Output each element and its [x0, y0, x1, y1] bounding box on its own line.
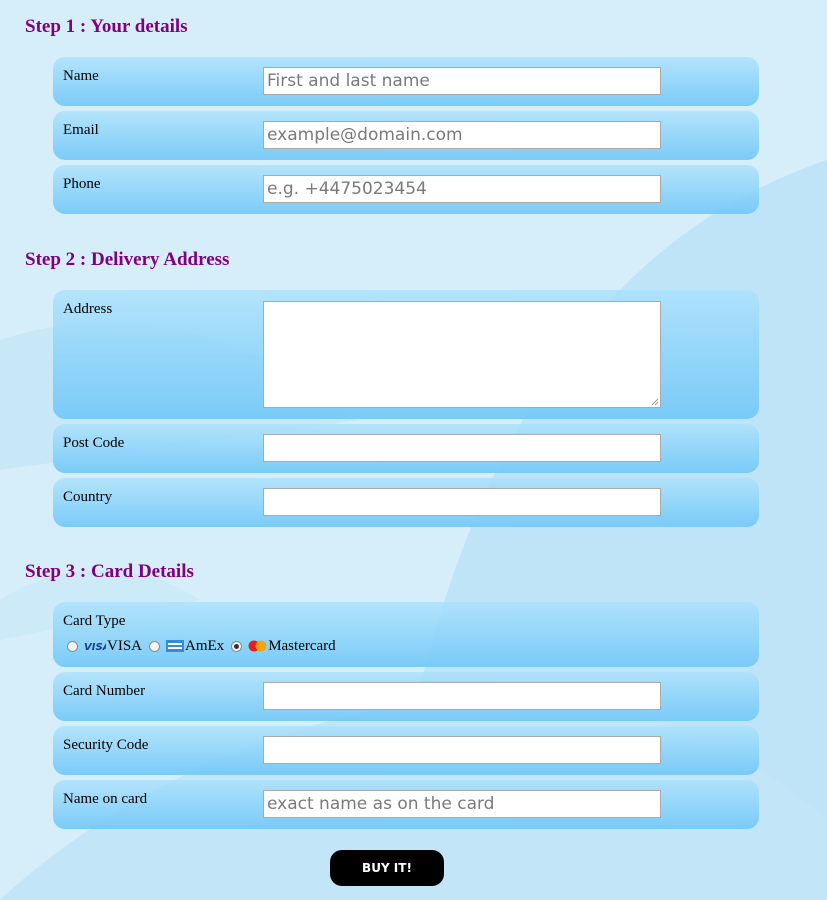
mastercard-radio[interactable]: [231, 640, 243, 652]
address-row: Address: [53, 290, 759, 419]
name-on-card-row: Name on card: [53, 780, 759, 829]
security-code-row: Security Code: [53, 726, 759, 775]
name-on-card-label: Name on card: [63, 791, 148, 807]
postcode-label: Post Code: [63, 435, 125, 451]
step-1-title: Step 1 : Your details: [25, 16, 188, 37]
visa-radio[interactable]: [67, 640, 78, 652]
email-input[interactable]: [263, 121, 661, 149]
svg-text:VISA: VISA: [84, 642, 106, 652]
security-code-input[interactable]: [263, 736, 661, 764]
phone-row: Phone: [53, 165, 759, 214]
phone-label: Phone: [63, 176, 101, 192]
step-3-title: Step 3 : Card Details: [25, 561, 194, 582]
amex-radio[interactable]: [149, 640, 161, 652]
step-2-title: Step 2 : Delivery Address: [25, 249, 230, 270]
email-label: Email: [63, 122, 99, 138]
card-type-label: Card Type: [63, 613, 126, 629]
address-label: Address: [63, 301, 113, 317]
card-number-row: Card Number: [53, 672, 759, 721]
amex-icon: [166, 640, 185, 652]
address-textarea[interactable]: [263, 301, 661, 408]
visa-label: VISA: [107, 637, 143, 654]
country-row: Country: [53, 478, 759, 527]
name-on-card-input[interactable]: [263, 790, 661, 818]
country-label: Country: [63, 489, 113, 505]
buy-button[interactable]: BUY IT!: [330, 850, 444, 886]
mastercard-label: Mastercard: [268, 637, 336, 654]
amex-label: AmEx: [185, 637, 225, 654]
visa-icon: VISA: [84, 642, 106, 652]
card-number-input[interactable]: [263, 682, 661, 710]
mastercard-icon: [248, 640, 267, 652]
postcode-input[interactable]: [263, 434, 661, 462]
name-input[interactable]: [263, 67, 661, 95]
name-label: Name: [63, 68, 99, 84]
card-type-row: Card Type VISA VISA AmEx Mastercard: [53, 602, 759, 667]
name-row: Name: [53, 57, 759, 106]
email-row: Email: [53, 111, 759, 160]
postcode-row: Post Code: [53, 424, 759, 473]
country-input[interactable]: [263, 488, 661, 516]
card-number-label: Card Number: [63, 683, 146, 699]
phone-input[interactable]: [263, 175, 661, 203]
card-type-radio-group: VISA VISA AmEx Mastercard: [67, 636, 343, 656]
security-code-label: Security Code: [63, 737, 149, 753]
